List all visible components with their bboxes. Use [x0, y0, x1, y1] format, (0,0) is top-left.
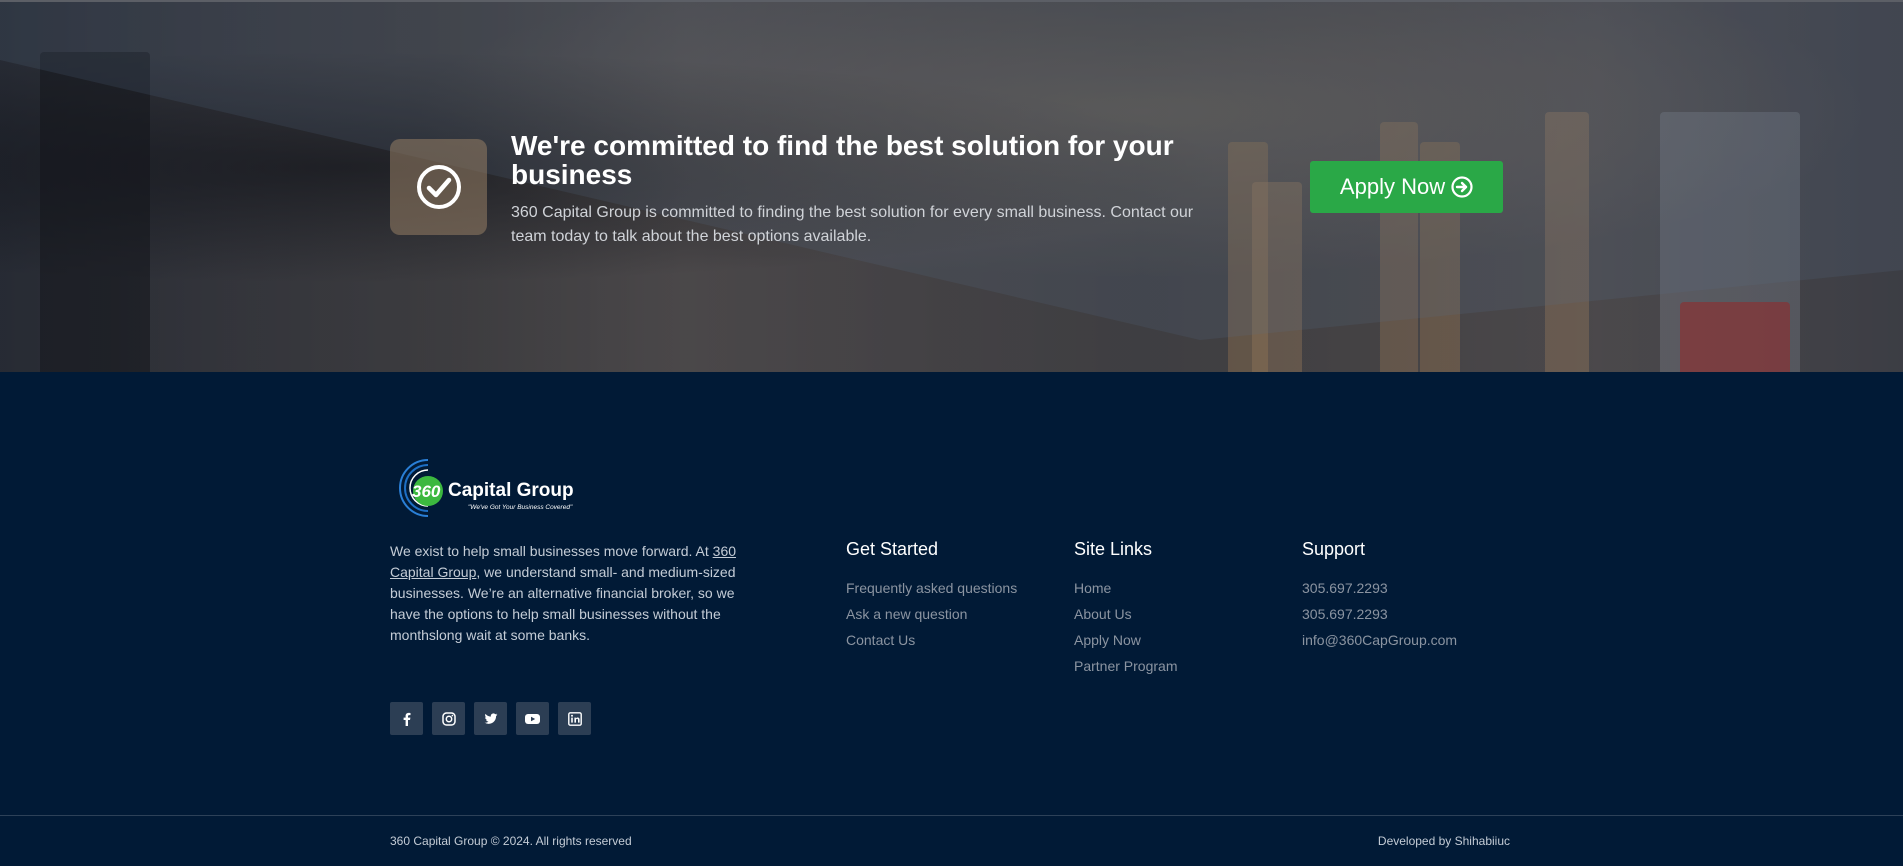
logo-tagline: "We've Got Your Business Covered"	[468, 504, 573, 511]
copyright-text: 360 Capital Group © 2024. All rights res…	[390, 834, 632, 848]
about-text: We exist to help small businesses move f…	[390, 541, 742, 646]
arrow-circle-right-icon	[1451, 176, 1473, 198]
check-circle-icon	[416, 165, 461, 209]
about-us-link[interactable]: About Us	[1074, 601, 1177, 627]
support-column: Support 305.697.2293 305.697.2293 info@3…	[1302, 537, 1457, 653]
cta-banner: We're committed to find the best solutio…	[0, 0, 1903, 372]
cta-description: 360 Capital Group is committed to findin…	[511, 204, 1194, 245]
get-started-column: Get Started Frequently asked questions A…	[846, 537, 1017, 653]
ask-question-link[interactable]: Ask a new question	[846, 601, 1017, 627]
instagram-icon	[441, 711, 456, 726]
logo-mark: 360 Capital Group "We've Got Your Busine…	[399, 459, 574, 517]
phone-link[interactable]: 305.697.2293	[1302, 601, 1457, 627]
facebook-icon	[403, 712, 410, 726]
footer-divider	[0, 815, 1903, 816]
phone-link[interactable]: 305.697.2293	[1302, 575, 1457, 601]
column-title: Site Links	[1074, 539, 1153, 559]
twitter-button[interactable]	[474, 702, 507, 735]
column-title: Get Started	[846, 539, 939, 559]
apply-now-button[interactable]: Apply Now	[1310, 161, 1503, 213]
about-text-start: We exist to help small businesses move f…	[390, 543, 713, 559]
site-footer: 360 Capital Group "We've Got Your Busine…	[0, 372, 1903, 866]
home-link[interactable]: Home	[1074, 575, 1177, 601]
youtube-button[interactable]	[516, 702, 549, 735]
cta-title: We're committed to find the best solutio…	[511, 130, 1174, 190]
linkedin-icon	[567, 711, 582, 726]
check-badge	[390, 139, 487, 235]
apply-now-link[interactable]: Apply Now	[1074, 627, 1177, 653]
developer-credit[interactable]: Developed by Shihabiiuc	[1378, 834, 1510, 848]
top-border	[0, 0, 1903, 2]
partner-program-link[interactable]: Partner Program	[1074, 653, 1177, 679]
faq-link[interactable]: Frequently asked questions	[846, 575, 1017, 601]
facebook-button[interactable]	[390, 702, 423, 735]
social-links	[390, 702, 591, 735]
email-link[interactable]: info@360CapGroup.com	[1302, 627, 1457, 653]
youtube-icon	[525, 713, 540, 724]
instagram-button[interactable]	[432, 702, 465, 735]
apply-now-label: Apply Now	[1339, 174, 1446, 199]
linkedin-button[interactable]	[558, 702, 591, 735]
site-links-column: Site Links Home About Us Apply Now Partn…	[1074, 537, 1177, 679]
contact-us-link[interactable]: Contact Us	[846, 627, 1017, 653]
logo-name: Capital Group	[448, 480, 574, 501]
column-title: Support	[1302, 539, 1366, 559]
logo-number: 360	[412, 482, 441, 501]
company-logo[interactable]: 360 Capital Group "We've Got Your Busine…	[390, 454, 590, 522]
twitter-icon	[484, 712, 497, 724]
